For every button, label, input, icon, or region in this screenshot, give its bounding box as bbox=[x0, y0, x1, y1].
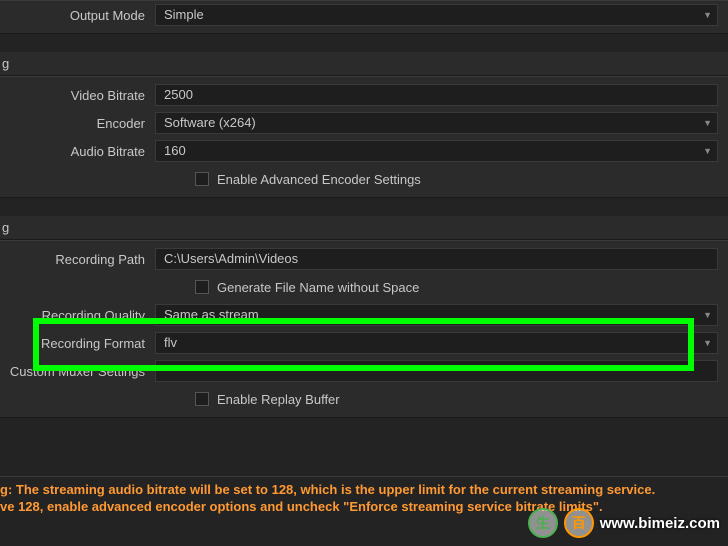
audio-bitrate-select[interactable]: 160 bbox=[155, 140, 718, 162]
recording-path-label: Recording Path bbox=[0, 252, 155, 267]
generate-filename-label: Generate File Name without Space bbox=[217, 280, 419, 295]
recording-section-tab: g bbox=[0, 216, 728, 240]
warning-line-1: g: The streaming audio bitrate will be s… bbox=[0, 481, 728, 499]
enable-advanced-checkbox[interactable] bbox=[195, 172, 209, 186]
recording-quality-select[interactable]: Same as stream bbox=[155, 304, 718, 326]
recording-path-input[interactable]: C:\Users\Admin\Videos bbox=[155, 248, 718, 270]
watermark-url: www.bimeiz.com bbox=[600, 515, 720, 532]
output-mode-label: Output Mode bbox=[0, 8, 155, 23]
enable-advanced-label: Enable Advanced Encoder Settings bbox=[217, 172, 421, 187]
replay-buffer-checkbox[interactable] bbox=[195, 392, 209, 406]
audio-bitrate-label: Audio Bitrate bbox=[0, 144, 155, 159]
encoder-select[interactable]: Software (x264) bbox=[155, 112, 718, 134]
watermark-badge-2: 百 bbox=[564, 508, 594, 538]
recording-quality-label: Recording Quality bbox=[0, 308, 155, 323]
video-bitrate-label: Video Bitrate bbox=[0, 88, 155, 103]
custom-muxer-input[interactable] bbox=[155, 360, 718, 382]
custom-muxer-label: Custom Muxer Settings bbox=[0, 364, 155, 379]
output-mode-select[interactable]: Simple bbox=[155, 4, 718, 26]
streaming-section-tab: g bbox=[0, 52, 728, 76]
replay-buffer-label: Enable Replay Buffer bbox=[217, 392, 340, 407]
generate-filename-checkbox[interactable] bbox=[195, 280, 209, 294]
watermark: 生 百 www.bimeiz.com bbox=[528, 508, 720, 538]
video-bitrate-input[interactable]: 2500 bbox=[155, 84, 718, 106]
encoder-label: Encoder bbox=[0, 116, 155, 131]
recording-format-select[interactable]: flv bbox=[155, 332, 718, 354]
recording-format-label: Recording Format bbox=[0, 336, 155, 351]
watermark-badge-1: 生 bbox=[528, 508, 558, 538]
